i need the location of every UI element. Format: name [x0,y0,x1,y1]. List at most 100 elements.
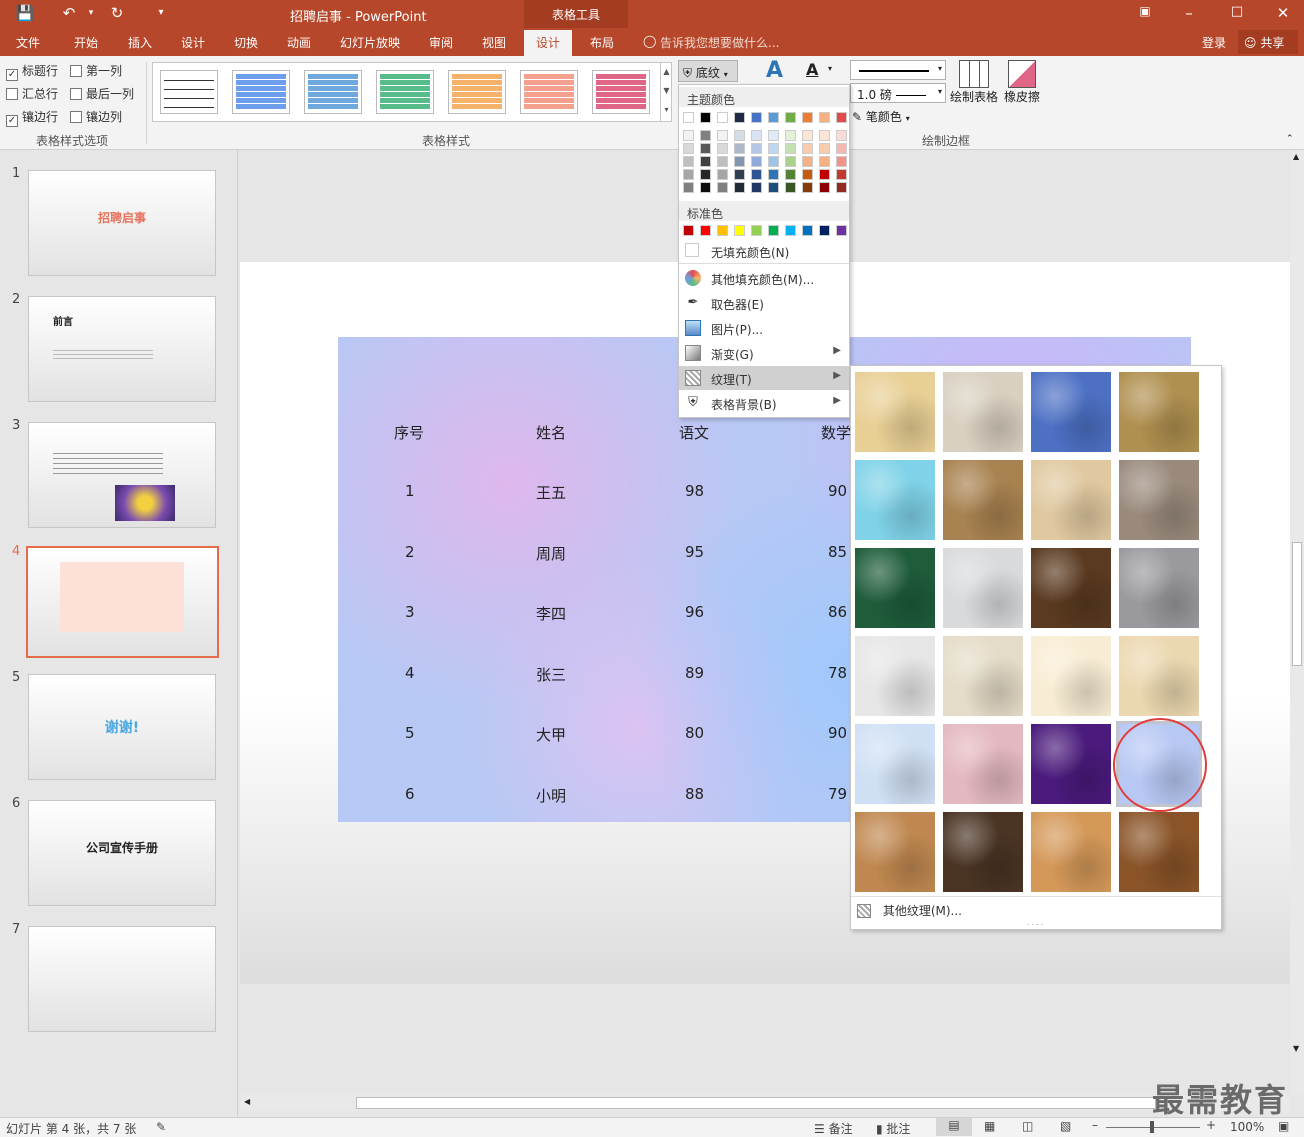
texture-swatch[interactable] [855,372,935,452]
texture-swatch[interactable] [1119,636,1199,716]
table-background-item[interactable]: ⛨ 表格背景(B) ▶ [679,391,849,415]
table-style-swatch[interactable] [232,70,290,114]
texture-swatch[interactable] [855,812,935,892]
draw-table-button[interactable]: 绘制表格 [950,60,998,105]
spell-check-icon[interactable]: ✎ [156,1120,166,1134]
theme-color-swatch[interactable] [819,156,830,167]
standard-color-swatch[interactable] [836,225,847,236]
table-style-swatch[interactable] [160,70,218,114]
table-cell[interactable]: 95 [685,543,704,561]
vertical-scrollbar[interactable]: ▲ ▼ [1290,150,1304,1095]
texture-swatch[interactable] [1119,372,1199,452]
table-header-cell[interactable]: 序号 [394,422,424,443]
theme-color-swatch[interactable] [768,169,779,180]
theme-color-swatch[interactable] [785,130,796,141]
texture-swatch[interactable] [1031,548,1111,628]
text-effects-icon[interactable]: A [766,58,783,83]
tell-me-box[interactable]: 告诉我您想要做什么... [660,34,779,51]
table-cell[interactable]: 小明 [536,785,566,806]
table-style-swatch[interactable] [304,70,362,114]
pen-color-button[interactable]: ✎ 笔颜色 ▾ [852,108,910,125]
texture-swatch[interactable] [943,460,1023,540]
texture-swatch[interactable] [855,460,935,540]
theme-color-swatch[interactable] [802,112,813,123]
tab-table-design[interactable]: 设计 [524,30,573,56]
share-button[interactable]: ☺ 共享 [1238,30,1298,54]
table-cell[interactable]: 89 [685,664,704,682]
theme-color-swatch[interactable] [802,130,813,141]
theme-color-swatch[interactable] [836,143,847,154]
no-fill-item[interactable]: 无填充颜色(N) [679,239,849,263]
slideshow-icon[interactable]: ▧ [1060,1119,1071,1133]
standard-color-swatch[interactable] [717,225,728,236]
eyedropper-item[interactable]: ✒ 取色器(E) [679,291,849,315]
standard-color-swatch[interactable] [751,225,762,236]
table-cell[interactable]: 4 [405,664,415,682]
theme-color-swatch[interactable] [717,156,728,167]
theme-color-swatch[interactable] [734,169,745,180]
texture-swatch[interactable] [943,372,1023,452]
texture-swatch[interactable] [855,548,935,628]
standard-color-swatch[interactable] [785,225,796,236]
theme-color-swatch[interactable] [802,156,813,167]
more-textures-item[interactable]: 其他纹理(M)... [857,902,962,919]
comments-button[interactable]: ▮ 批注 [876,1120,910,1137]
table-style-swatch[interactable] [520,70,578,114]
tab-table-layout[interactable]: 布局 [590,34,614,51]
tab-design[interactable]: 设计 [181,34,205,51]
theme-color-swatch[interactable] [785,156,796,167]
texture-swatch[interactable] [1119,812,1199,892]
theme-color-swatch[interactable] [768,143,779,154]
chevron-down-icon[interactable]: ▾ [828,64,832,73]
ribbon-display-icon[interactable]: ▣ [1134,4,1156,18]
gallery-scroll[interactable]: ▲ ▼ ▾ [660,62,672,122]
theme-color-swatch[interactable] [802,169,813,180]
theme-color-swatch[interactable] [717,143,728,154]
tab-review[interactable]: 审阅 [429,34,453,51]
theme-color-swatch[interactable] [734,156,745,167]
texture-swatch[interactable] [943,812,1023,892]
chk-banded-rows[interactable]: ✓ 镶边行 [6,108,58,127]
texture-swatch[interactable] [1031,460,1111,540]
undo-dropdown-icon[interactable]: ▾ [80,8,102,18]
theme-color-swatch[interactable] [717,112,728,123]
theme-color-swatch[interactable] [751,169,762,180]
theme-color-swatch[interactable] [836,169,847,180]
theme-color-swatch[interactable] [785,169,796,180]
theme-color-swatch[interactable] [802,182,813,193]
theme-color-swatch[interactable] [734,130,745,141]
table-cell[interactable]: 85 [828,543,847,561]
theme-color-swatch[interactable] [768,182,779,193]
table-cell[interactable]: 88 [685,785,704,803]
scroll-up-icon[interactable]: ▲ [1293,152,1299,161]
slide-thumb-7[interactable] [28,926,216,1032]
table-cell[interactable]: 6 [405,785,415,803]
more-fill-colors-item[interactable]: 其他填充颜色(M)... [679,266,849,290]
texture-swatch[interactable] [1031,812,1111,892]
texture-swatch[interactable] [855,636,935,716]
table-header-cell[interactable]: 语文 [679,422,709,443]
texture-swatch[interactable] [943,636,1023,716]
theme-color-swatch[interactable] [751,156,762,167]
horizontal-scrollbar[interactable]: ◀ [240,1095,1290,1111]
theme-color-swatch[interactable] [717,169,728,180]
collapse-ribbon-icon[interactable]: ⌃ [1286,134,1294,144]
theme-color-swatch[interactable] [700,143,711,154]
pen-style-select[interactable]: ▾ [850,60,946,80]
picture-fill-item[interactable]: 图片(P)... [679,316,849,340]
texture-fill-item[interactable]: 纹理(T) ▶ [679,366,849,390]
theme-color-swatch[interactable] [802,143,813,154]
theme-color-swatch[interactable] [683,169,694,180]
table-cell[interactable]: 大甲 [536,724,566,745]
table-header-cell[interactable]: 姓名 [536,422,566,443]
scroll-thumb[interactable] [356,1097,1156,1109]
slide-thumb-4[interactable] [26,546,219,658]
slide-thumb-6[interactable]: 公司宣传手册 [28,800,216,906]
theme-color-swatch[interactable] [819,182,830,193]
theme-color-swatch[interactable] [683,143,694,154]
texture-swatch[interactable] [1119,460,1199,540]
table-style-swatch[interactable] [448,70,506,114]
texture-swatch[interactable] [1031,372,1111,452]
chk-last-column[interactable]: 最后一列 [70,85,134,102]
zoom-slider-thumb[interactable] [1150,1121,1154,1133]
